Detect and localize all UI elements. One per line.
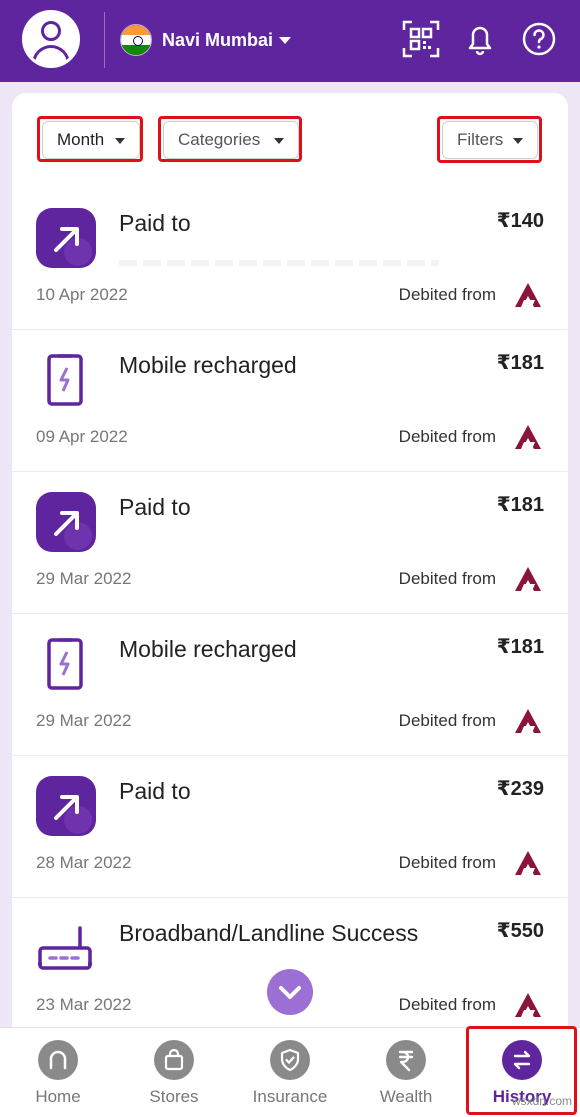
swap-arrows-icon <box>513 1050 531 1070</box>
transaction-row[interactable]: Mobile recharged ₹181 29 Mar 2022 Debite… <box>12 614 568 756</box>
nav-label-home: Home <box>35 1087 81 1106</box>
transaction-row[interactable]: Mobile recharged ₹181 09 Apr 2022 Debite… <box>12 330 568 472</box>
nav-item-home[interactable]: Home <box>0 1028 116 1117</box>
bank-logo-icon <box>515 851 541 875</box>
transaction-title: Mobile recharged <box>119 352 297 378</box>
nav-item-stores[interactable]: Stores <box>116 1028 232 1117</box>
transaction-row[interactable]: Paid to ₹239 28 Mar 2022 Debited from <box>12 756 568 898</box>
top-bar: Navi Mumbai <box>0 0 580 82</box>
transaction-date: 10 Apr 2022 <box>36 285 128 304</box>
transaction-title: Mobile recharged <box>119 636 297 662</box>
shield-icon <box>280 1048 300 1072</box>
bottom-navigation: Home Stores Insurance Wealth History <box>0 1027 580 1117</box>
scroll-down-button[interactable] <box>267 969 313 1015</box>
rupee-icon <box>398 1050 414 1072</box>
nav-label-stores: Stores <box>149 1087 199 1106</box>
month-filter-button[interactable]: Month <box>42 121 140 159</box>
month-filter-label: Month <box>57 130 105 149</box>
transaction-title: Paid to <box>119 778 191 804</box>
filters-button[interactable]: Filters <box>442 121 538 159</box>
transaction-date: 29 Mar 2022 <box>36 711 132 730</box>
nav-label-insurance: Insurance <box>252 1087 328 1106</box>
categories-filter-button[interactable]: Categories <box>163 121 299 159</box>
debit-label: Debited from <box>398 427 496 446</box>
transaction-row[interactable]: Paid to ₹181 29 Mar 2022 Debited from <box>12 472 568 614</box>
transaction-amount: ₹140 <box>496 210 544 232</box>
caret-down-icon <box>274 138 284 144</box>
transaction-row[interactable]: Paid to ₹140 10 Apr 2022 Debited from <box>12 188 568 330</box>
caret-down-icon <box>513 138 523 144</box>
watermark: wsxdn.com <box>511 1094 572 1108</box>
debit-label: Debited from <box>398 853 496 872</box>
debit-label: Debited from <box>398 285 496 304</box>
bank-logo-icon <box>515 283 541 307</box>
transaction-amount: ₹550 <box>496 920 544 942</box>
nav-label-wealth: Wealth <box>379 1087 433 1106</box>
bank-logo-icon <box>515 425 541 449</box>
location-label[interactable]: Navi Mumbai <box>162 30 273 51</box>
transaction-date: 23 Mar 2022 <box>36 995 132 1014</box>
profile-avatar-icon[interactable] <box>22 10 80 68</box>
transaction-amount: ₹181 <box>496 636 544 658</box>
router-icon <box>38 926 92 970</box>
chevron-down-icon[interactable] <box>279 37 291 44</box>
qr-scan-icon[interactable] <box>402 20 440 58</box>
help-icon[interactable] <box>520 20 558 58</box>
mobile-recharge-icon <box>47 638 83 690</box>
arrow-up-right-icon <box>36 776 96 836</box>
mobile-recharge-icon <box>47 354 83 406</box>
bank-logo-icon <box>515 709 541 733</box>
chevron-down-icon <box>279 986 301 999</box>
transaction-amount: ₹239 <box>496 778 544 800</box>
bank-logo-icon <box>515 993 541 1017</box>
filters-label: Filters <box>457 130 504 149</box>
home-icon <box>49 1050 67 1070</box>
caret-down-icon <box>115 138 125 144</box>
debit-label: Debited from <box>398 995 496 1014</box>
transaction-date: 28 Mar 2022 <box>36 853 132 872</box>
bank-logo-icon <box>515 567 541 591</box>
transaction-amount: ₹181 <box>496 352 544 374</box>
shopping-bag-icon <box>164 1048 184 1071</box>
nav-item-insurance[interactable]: Insurance <box>232 1028 348 1117</box>
transaction-title: Paid to <box>119 494 191 520</box>
arrow-up-right-icon <box>36 208 96 268</box>
transaction-title: Broadband/Landline Success <box>119 920 419 946</box>
transaction-amount: ₹181 <box>496 494 544 516</box>
bell-icon[interactable] <box>461 20 499 58</box>
divider <box>104 12 105 68</box>
categories-filter-label: Categories <box>178 130 261 149</box>
transaction-date: 09 Apr 2022 <box>36 427 128 446</box>
nav-item-wealth[interactable]: Wealth <box>348 1028 464 1117</box>
redacted-recipient <box>119 260 439 266</box>
debit-label: Debited from <box>398 569 496 588</box>
transaction-date: 29 Mar 2022 <box>36 569 132 588</box>
transaction-title: Paid to <box>119 210 191 236</box>
debit-label: Debited from <box>398 711 496 730</box>
india-flag-icon[interactable] <box>120 24 152 56</box>
arrow-up-right-icon <box>36 492 96 552</box>
